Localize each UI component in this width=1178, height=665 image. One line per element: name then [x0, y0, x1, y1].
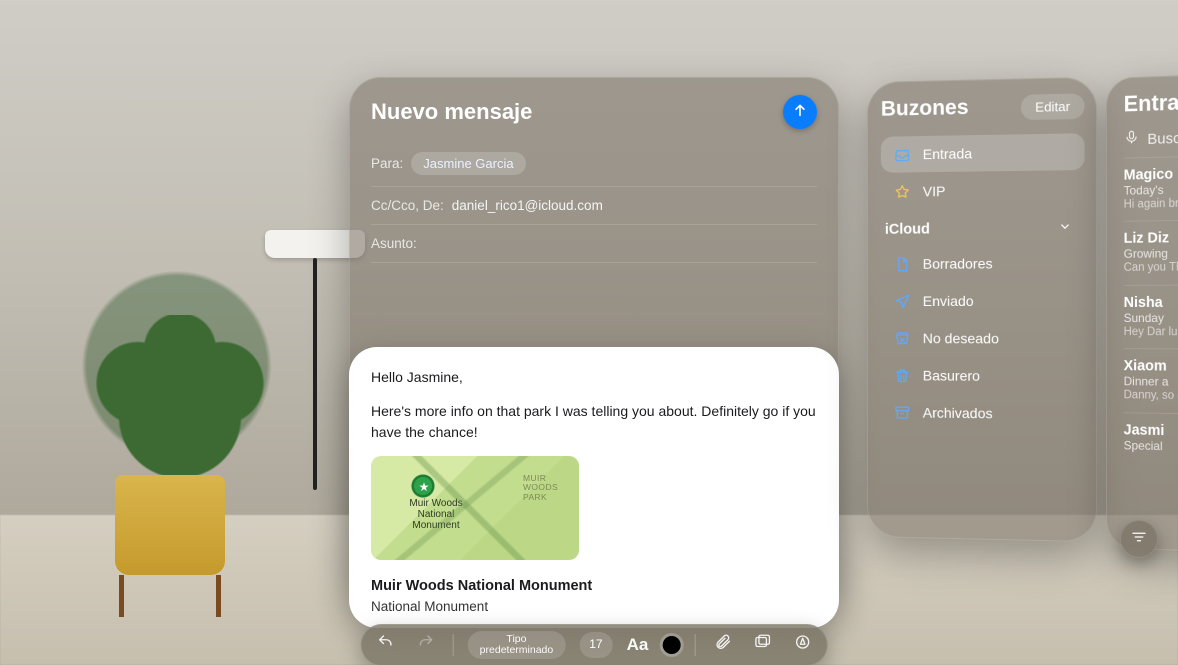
- photo-icon: [753, 633, 771, 656]
- map-pin-icon: ★: [417, 480, 431, 494]
- mailbox-junk[interactable]: No deseado: [881, 320, 1085, 357]
- mailboxes-title: Buzones: [881, 96, 969, 122]
- mailbox-label: Entrada: [923, 145, 972, 162]
- redo-button[interactable]: [413, 632, 439, 658]
- mailbox-label: Enviado: [923, 293, 974, 309]
- insert-photo-button[interactable]: [749, 632, 775, 658]
- undo-icon: [377, 633, 395, 656]
- inbox-title: Entra: [1124, 84, 1178, 118]
- message-item[interactable]: Xiaom Dinner a Danny, so much: [1124, 348, 1178, 415]
- attachment-subtitle: National Monument: [371, 597, 817, 617]
- mailbox-label: No deseado: [923, 330, 999, 346]
- recipient-chip[interactable]: Jasmine Garcia: [411, 152, 525, 175]
- message-subject: Growing: [1124, 245, 1178, 261]
- microphone-icon: [1124, 129, 1140, 149]
- mailbox-label: Borradores: [923, 255, 993, 271]
- arrow-up-icon: [792, 102, 808, 123]
- send-button[interactable]: [783, 95, 817, 129]
- message-item[interactable]: Nisha Sunday Hey Dar lunch or: [1124, 284, 1178, 350]
- search-placeholder: Busc: [1147, 129, 1178, 147]
- mailbox-vip[interactable]: VIP: [881, 171, 1085, 210]
- cc-from-label: Cc/Cco, De:: [371, 198, 444, 213]
- section-label: iCloud: [885, 221, 930, 237]
- format-toolbar: Tipo predeterminado 17 Aa: [361, 624, 828, 665]
- font-size-picker[interactable]: 17: [579, 632, 612, 657]
- inbox-panel: Entra Busc Magico Today's Hi again breat…: [1106, 69, 1178, 558]
- message-body[interactable]: Hello Jasmine, Here's more info on that …: [349, 347, 839, 628]
- message-preview: Can you Thanks: [1124, 259, 1178, 275]
- toolbar-separator: [694, 634, 695, 656]
- map-park-label: MUIR WOODS PARK: [523, 474, 571, 502]
- message-item[interactable]: Magico Today's Hi again breathta: [1124, 152, 1178, 221]
- trash-icon: [893, 366, 911, 384]
- message-item[interactable]: Jasmi Special: [1124, 412, 1178, 466]
- mailbox-label: VIP: [923, 183, 946, 199]
- text-format-button[interactable]: Aa: [627, 633, 649, 658]
- compose-title: Nuevo mensaje: [371, 99, 532, 125]
- map-pin-label: Muir Woods National Monument: [401, 498, 471, 531]
- body-paragraph: Here's more info on that park I was tell…: [371, 401, 817, 442]
- paperclip-icon: [713, 633, 731, 656]
- message-preview: Hey Dar lunch or: [1124, 325, 1178, 340]
- potted-plant: [85, 295, 275, 575]
- document-icon: [893, 255, 911, 273]
- message-subject: Sunday: [1124, 311, 1178, 326]
- from-address: daniel_rico1@icloud.com: [452, 198, 603, 213]
- mailbox-label: Archivados: [923, 405, 993, 422]
- mailbox-label: Basurero: [923, 367, 980, 384]
- inbox-icon: [893, 145, 911, 163]
- message-item[interactable]: Liz Diz Growing Can you Thanks: [1124, 218, 1178, 285]
- mailbox-inbox[interactable]: Entrada: [881, 133, 1085, 173]
- message-sender: Nisha: [1124, 294, 1178, 311]
- markup-icon: [793, 633, 811, 656]
- message-sender: Magico: [1124, 163, 1178, 184]
- star-icon: [893, 182, 911, 200]
- mailbox-trash[interactable]: Basurero: [881, 357, 1085, 395]
- to-label: Para:: [371, 156, 403, 171]
- subject-label: Asunto:: [371, 236, 417, 251]
- map-attachment[interactable]: ★ Muir Woods National Monument MUIR WOOD…: [371, 456, 579, 560]
- mailboxes-panel: Buzones Editar Entrada VIP iCloud B: [867, 77, 1097, 543]
- undo-button[interactable]: [373, 632, 399, 658]
- font-family-line2: predeterminado: [480, 645, 554, 656]
- filter-lines-icon: [1130, 528, 1148, 551]
- floor-lamp: [295, 230, 335, 490]
- to-row[interactable]: Para: Jasmine Garcia: [371, 141, 817, 187]
- subject-row[interactable]: Asunto:: [371, 225, 817, 263]
- archive-icon: [893, 403, 911, 421]
- mailbox-archive[interactable]: Archivados: [881, 394, 1085, 433]
- compose-window: Nuevo mensaje Para: Jasmine Garcia Cc/Cc…: [349, 77, 839, 597]
- font-family-picker[interactable]: Tipo predeterminado: [468, 631, 566, 659]
- mailbox-section-icloud[interactable]: iCloud: [881, 209, 1085, 245]
- toolbar-separator: [453, 634, 454, 656]
- edit-button[interactable]: Editar: [1021, 93, 1085, 120]
- attach-button[interactable]: [709, 632, 735, 658]
- markup-button[interactable]: [789, 632, 815, 658]
- redo-icon: [417, 633, 435, 656]
- mailbox-sent[interactable]: Enviado: [881, 282, 1085, 319]
- attachment-title: Muir Woods National Monument: [371, 576, 817, 597]
- message-subject: Special: [1124, 438, 1178, 457]
- paper-plane-icon: [893, 292, 911, 310]
- message-sender: Liz Diz: [1124, 228, 1178, 247]
- filter-button[interactable]: [1120, 520, 1158, 558]
- message-preview: Danny, so much: [1124, 388, 1178, 406]
- cc-from-row[interactable]: Cc/Cco, De: daniel_rico1@icloud.com: [371, 187, 817, 225]
- chevron-down-icon: [1058, 219, 1072, 237]
- junk-icon: [893, 329, 911, 347]
- text-color-picker[interactable]: [662, 636, 680, 654]
- body-greeting: Hello Jasmine,: [371, 367, 817, 387]
- mailbox-drafts[interactable]: Borradores: [881, 245, 1085, 282]
- room-background: Nuevo mensaje Para: Jasmine Garcia Cc/Cc…: [0, 0, 1178, 665]
- search-field[interactable]: Busc: [1124, 123, 1178, 150]
